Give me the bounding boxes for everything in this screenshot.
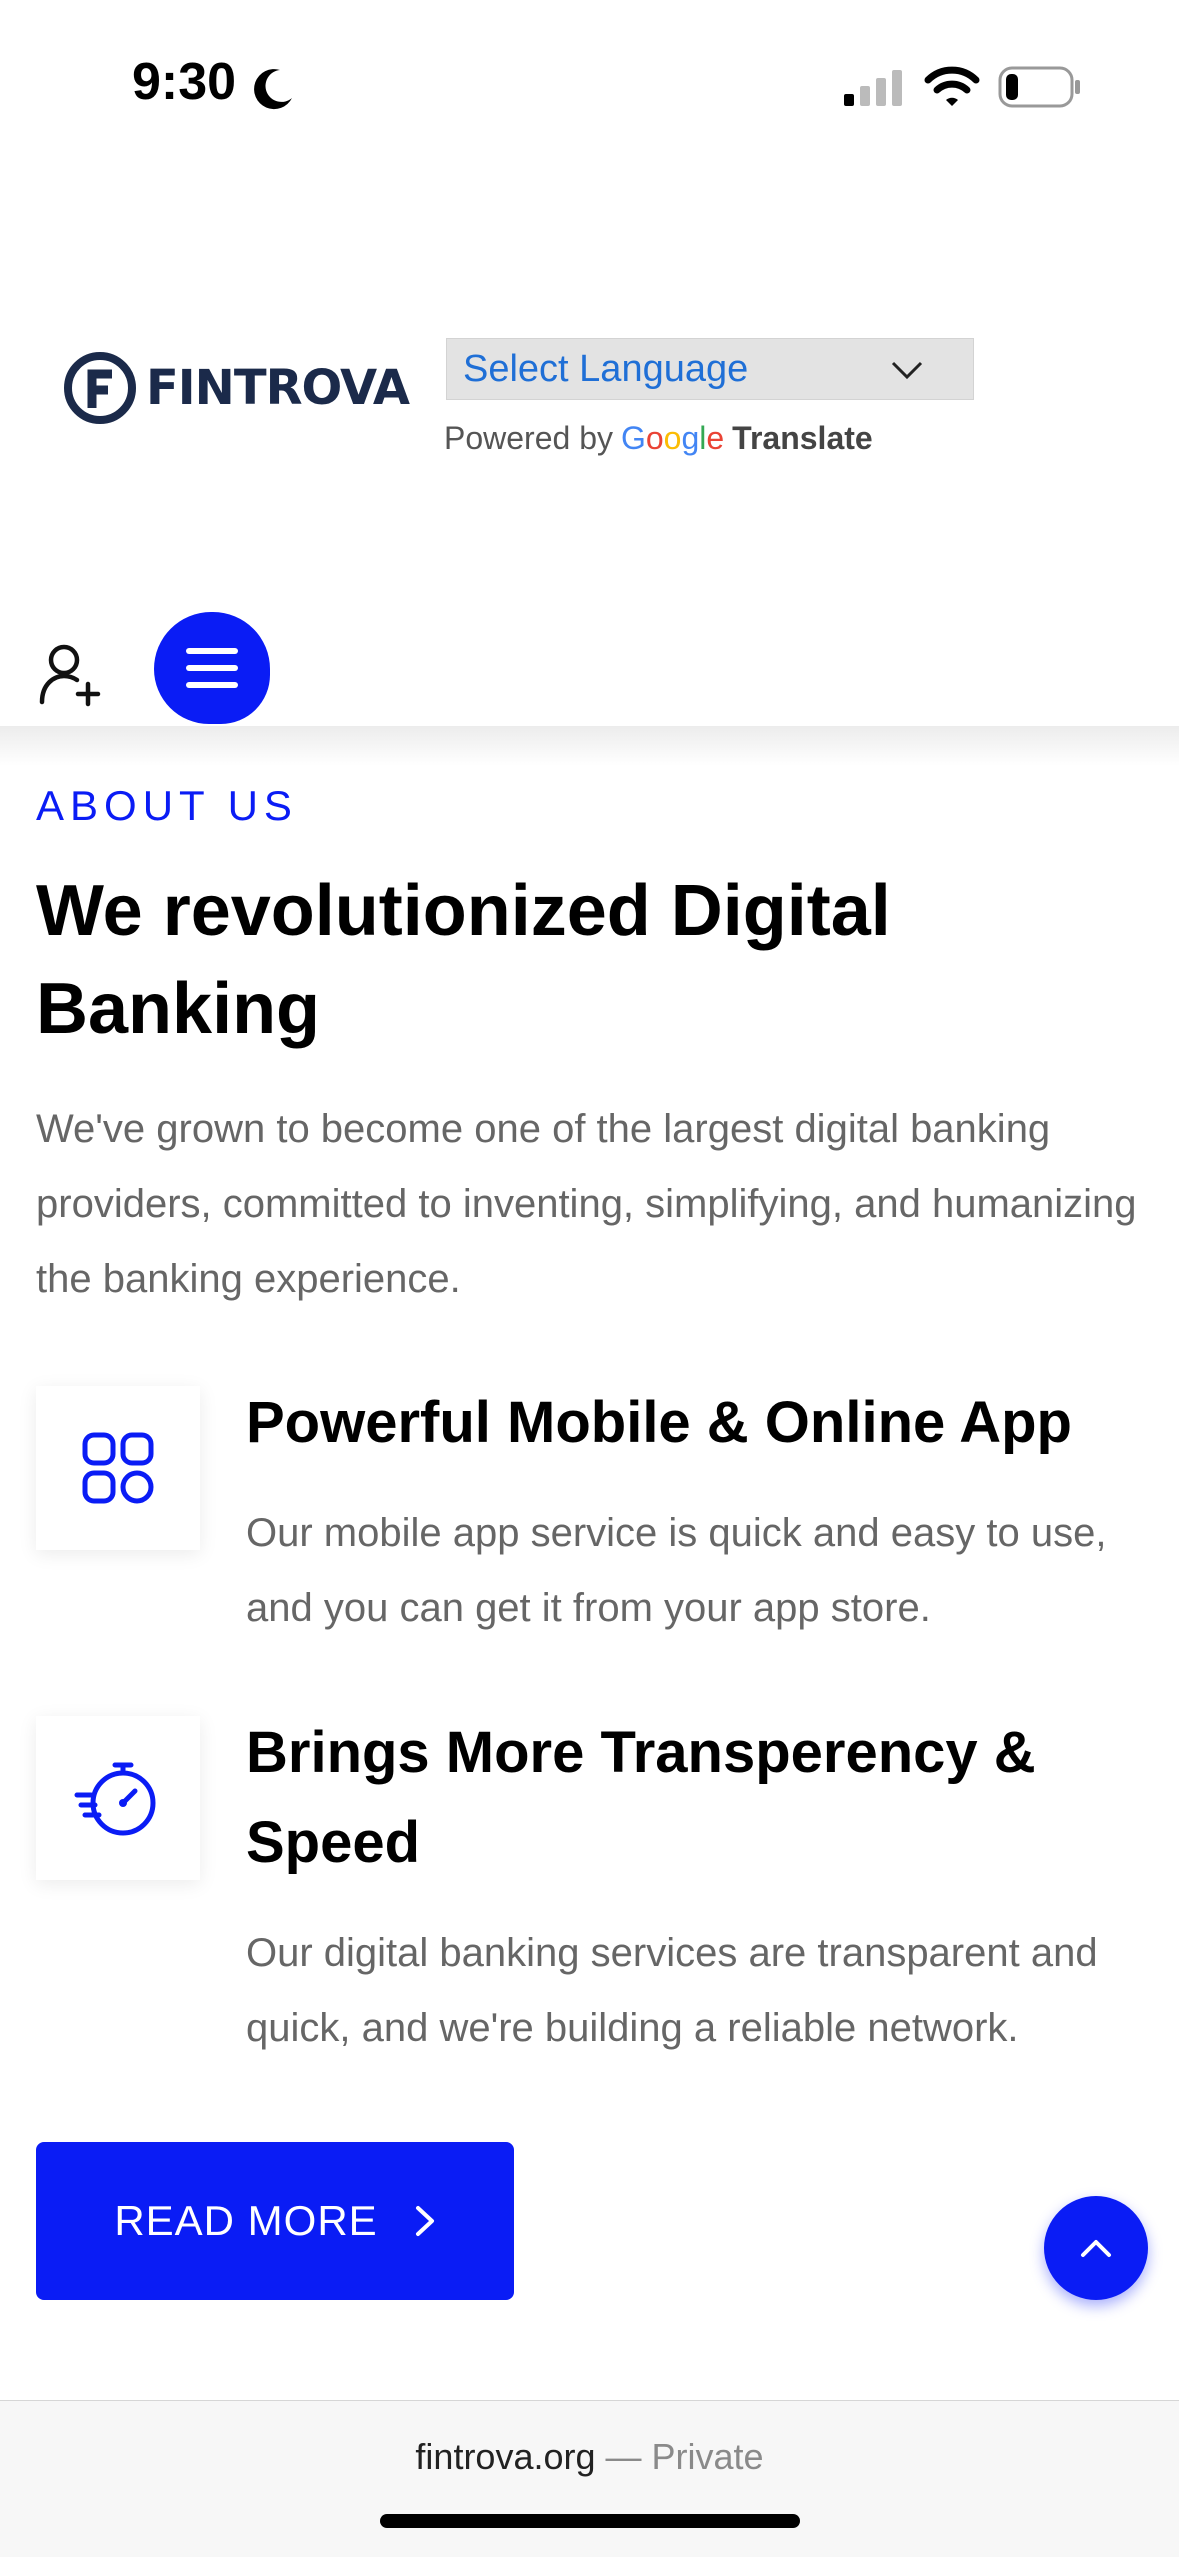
user-plus-icon[interactable] [36, 640, 108, 712]
address-bar[interactable]: fintrova.org — Private [0, 2436, 1179, 2478]
moon-icon [254, 69, 292, 110]
feature-description: Our mobile app service is quick and easy… [246, 1511, 1107, 1630]
brand-name: FINTROVA [146, 360, 410, 416]
feature-title: Powerful Mobile & Online App [246, 1390, 1072, 1455]
feature-icon-box [36, 1386, 200, 1550]
read-more-label: READ MORE [114, 2197, 378, 2244]
language-select[interactable]: Select Language [446, 338, 974, 400]
feature-title: Brings More Transperency & Speed [246, 1720, 1036, 1875]
google-letter: o [645, 420, 664, 456]
powered-by-label: Powered by [444, 420, 613, 456]
stopwatch-icon [74, 1762, 156, 1836]
feature-icon-box [36, 1716, 200, 1880]
wifi-icon [924, 66, 980, 106]
chevron-down-icon [891, 361, 923, 380]
google-translate-attribution: Powered by Google Translate [444, 420, 873, 457]
google-letter: o [663, 420, 682, 456]
google-wordmark: Google [621, 420, 724, 457]
grid-icon [82, 1432, 154, 1504]
translate-link[interactable]: Translate [732, 420, 873, 457]
fintrova-logo-icon [64, 352, 136, 424]
google-letter: e [706, 420, 725, 456]
section-heading: We revolutionized Digital Banking [36, 871, 891, 1049]
feature-description: Our digital banking services are transpa… [246, 1931, 1098, 2050]
address-domain: fintrova.org [415, 2436, 596, 2477]
cellular-signal-icon [844, 70, 902, 106]
home-indicator[interactable] [380, 2514, 800, 2528]
battery-icon [998, 66, 1080, 108]
private-mode-label: — Private [605, 2436, 764, 2477]
browser-bottom-bar [0, 2400, 1179, 2557]
brand-logo[interactable]: FINTROVA [62, 350, 410, 426]
scroll-to-top-button[interactable] [1044, 2196, 1148, 2300]
menu-button[interactable] [154, 612, 270, 724]
header-divider [0, 726, 1179, 766]
chevron-up-icon [1081, 2240, 1111, 2257]
google-letter: g [681, 420, 700, 456]
language-select-value: Select Language [463, 347, 749, 390]
read-more-button[interactable]: READ MORE [36, 2142, 514, 2300]
section-intro: We've grown to become one of the largest… [36, 1107, 1137, 1301]
chevron-right-icon [415, 2206, 434, 2236]
hamburger-icon [186, 648, 238, 688]
section-eyebrow: ABOUT US [36, 782, 298, 829]
status-time: 9:30 [132, 53, 237, 111]
google-letter: G [620, 420, 646, 456]
